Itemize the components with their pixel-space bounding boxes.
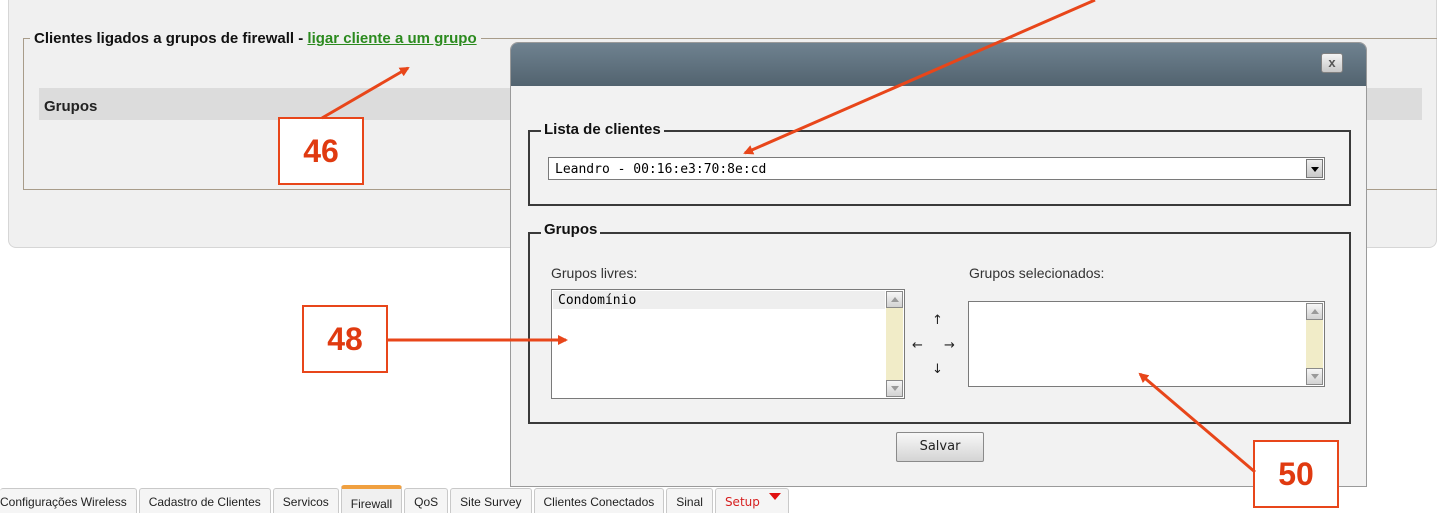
move-up-icon[interactable]: ↑	[932, 314, 943, 327]
firewall-clients-legend: Clientes ligados a grupos de firewall - …	[30, 30, 481, 47]
move-down-icon[interactable]: ↓	[932, 363, 943, 376]
free-groups-listbox[interactable]: Condomínio	[551, 289, 905, 399]
section-title: Clientes ligados a grupos de firewall -	[34, 30, 308, 47]
client-list-legend: Lista de clientes	[541, 121, 664, 138]
dropdown-triangle-icon	[768, 493, 781, 500]
chevron-down-icon[interactable]	[1306, 159, 1323, 178]
tab-setup[interactable]: Setup	[714, 488, 789, 513]
tab-configuracoes-wireless[interactable]: Configurações Wireless	[0, 488, 137, 513]
tab-firewall[interactable]: Firewall	[340, 485, 403, 513]
annotation-callout-50: 50	[1253, 440, 1339, 508]
link-client-to-group-link[interactable]: ligar cliente a um grupo	[307, 30, 476, 47]
tab-servicos[interactable]: Servicos	[272, 488, 339, 513]
client-select-value: Leandro - 00:16:e3:70:8e:cd	[555, 162, 767, 177]
move-right-icon[interactable]: →	[944, 339, 955, 352]
tab-setup-label: Setup	[724, 495, 760, 509]
scroll-up-icon[interactable]	[886, 291, 903, 308]
close-button[interactable]: x	[1321, 53, 1343, 73]
scroll-down-icon[interactable]	[1306, 368, 1323, 385]
selected-groups-label: Grupos selecionados:	[969, 265, 1105, 281]
tab-site-survey[interactable]: Site Survey	[450, 488, 532, 513]
scroll-down-icon[interactable]	[886, 380, 903, 397]
free-groups-label: Grupos livres:	[551, 265, 638, 281]
free-groups-scrollbar[interactable]	[886, 291, 903, 397]
groups-legend: Grupos	[541, 221, 601, 238]
annotation-callout-46: 46	[278, 117, 364, 185]
dialog-titlebar[interactable]: x	[511, 43, 1366, 86]
tab-clientes-conectados[interactable]: Clientes Conectados	[533, 488, 665, 513]
tab-sinal[interactable]: Sinal	[666, 488, 713, 513]
tab-bar: Configurações Wireless Cadastro de Clien…	[0, 485, 791, 513]
client-select[interactable]: Leandro - 00:16:e3:70:8e:cd	[548, 157, 1325, 180]
selected-groups-scrollbar[interactable]	[1306, 303, 1323, 385]
scroll-up-icon[interactable]	[1306, 303, 1323, 320]
annotation-callout-48: 48	[302, 305, 388, 373]
selected-groups-listbox[interactable]	[968, 301, 1325, 387]
tab-qos[interactable]: QoS	[404, 488, 449, 513]
tab-cadastro-de-clientes[interactable]: Cadastro de Clientes	[138, 488, 271, 513]
list-item-condominio[interactable]: Condomínio	[553, 291, 885, 309]
link-client-dialog: x Lista de clientes Leandro - 00:16:e3:7…	[510, 42, 1367, 487]
save-button[interactable]: Salvar	[896, 432, 984, 462]
move-left-icon[interactable]: ←	[912, 339, 923, 352]
